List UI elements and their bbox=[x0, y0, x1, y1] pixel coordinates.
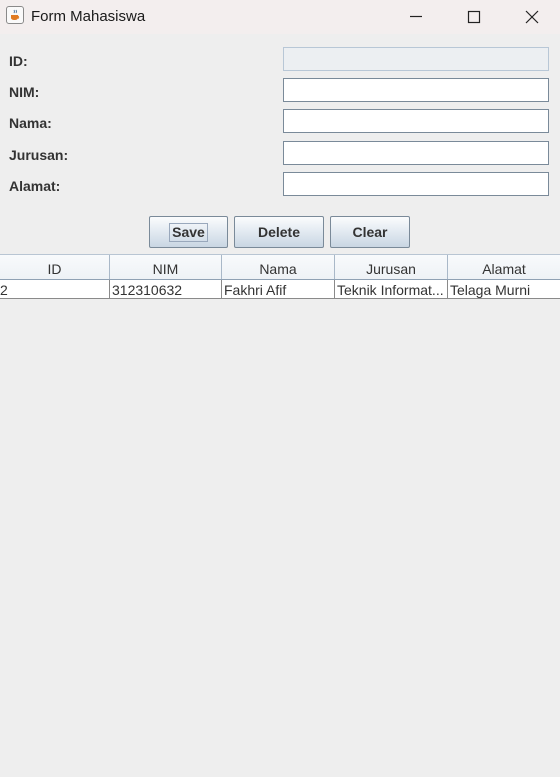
nama-field[interactable] bbox=[283, 109, 549, 133]
nim-label: NIM: bbox=[9, 84, 40, 100]
cell-alamat[interactable]: Telaga Murni bbox=[448, 280, 560, 298]
delete-button[interactable]: Delete bbox=[234, 216, 324, 248]
title-bar[interactable]: Form Mahasiswa bbox=[0, 0, 560, 34]
form-mahasiswa-window: Form Mahasiswa ID: NIM: Nama: Jurusan: A… bbox=[0, 0, 560, 777]
clear-button[interactable]: Clear bbox=[330, 216, 410, 248]
alamat-label: Alamat: bbox=[9, 178, 61, 194]
table-row[interactable]: 2 312310632 Fakhri Afif Teknik Informat.… bbox=[0, 280, 560, 299]
minimize-button[interactable] bbox=[387, 0, 445, 34]
nim-field[interactable] bbox=[283, 78, 549, 102]
nama-label: Nama: bbox=[9, 115, 52, 131]
maximize-button[interactable] bbox=[445, 0, 503, 34]
java-cup-icon bbox=[6, 6, 24, 24]
cell-id[interactable]: 2 bbox=[0, 280, 110, 298]
close-icon bbox=[525, 10, 539, 24]
cell-jurusan[interactable]: Teknik Informat... bbox=[335, 280, 448, 298]
cell-nama[interactable]: Fakhri Afif bbox=[222, 280, 335, 298]
alamat-field[interactable] bbox=[283, 172, 549, 196]
column-header-jurusan[interactable]: Jurusan bbox=[335, 255, 448, 279]
column-header-nama[interactable]: Nama bbox=[222, 255, 335, 279]
save-button-label: Save bbox=[169, 223, 208, 242]
jurusan-field[interactable] bbox=[283, 141, 549, 165]
column-header-nim[interactable]: NIM bbox=[110, 255, 222, 279]
save-button[interactable]: Save bbox=[149, 216, 228, 248]
column-header-id[interactable]: ID bbox=[0, 255, 110, 279]
maximize-icon bbox=[467, 10, 481, 24]
close-button[interactable] bbox=[503, 0, 560, 34]
window-title: Form Mahasiswa bbox=[31, 8, 146, 25]
column-header-alamat[interactable]: Alamat bbox=[448, 255, 560, 279]
minimize-icon bbox=[410, 15, 422, 18]
jurusan-label: Jurusan: bbox=[9, 147, 69, 163]
cell-nim[interactable]: 312310632 bbox=[110, 280, 222, 298]
id-label: ID: bbox=[9, 53, 28, 69]
table-header: ID NIM Nama Jurusan Alamat bbox=[0, 254, 560, 280]
id-field bbox=[283, 47, 549, 71]
